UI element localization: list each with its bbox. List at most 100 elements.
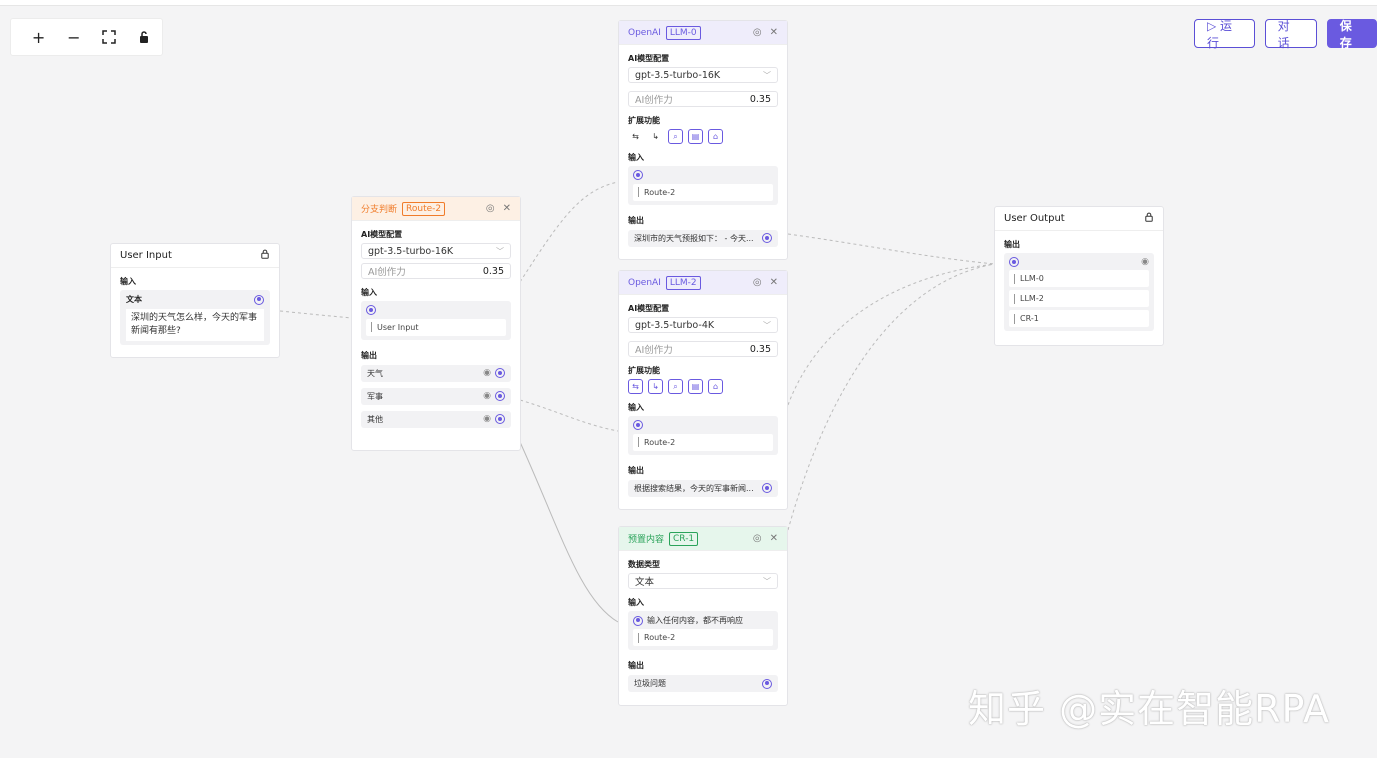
search-icon[interactable]: ⌕	[668, 129, 683, 144]
lock-icon[interactable]	[260, 249, 270, 262]
branch-icon[interactable]: ⇆	[628, 379, 643, 394]
search-icon[interactable]: ⌕	[668, 379, 683, 394]
extensions-bar: ⇆ ↳ ⌕ ▤ ⌂	[628, 379, 778, 394]
input-ref: Route-2	[633, 629, 773, 646]
close-icon[interactable]: ✕	[770, 533, 778, 544]
creativity-label: AI创作力	[368, 267, 406, 278]
model-select[interactable]: gpt-3.5-turbo-4K ﹀	[628, 317, 778, 333]
input-ref: Route-2	[633, 183, 773, 201]
output-label: 输出	[628, 215, 644, 225]
output-text: 垃圾问题	[634, 679, 666, 688]
save-button[interactable]: 保 存	[1326, 19, 1377, 50]
run-button[interactable]: ▷ 运行	[1194, 19, 1255, 50]
input-handle-icon[interactable]	[366, 305, 376, 315]
fit-view-icon[interactable]	[92, 18, 127, 56]
output-handle-icon[interactable]	[495, 391, 505, 401]
node-title: User Output	[1004, 213, 1065, 224]
settings-icon[interactable]: ◎	[753, 533, 762, 544]
output-ref: LLM-2	[1009, 290, 1149, 307]
node-header: 预置内容 CR-1 ◎ ✕	[619, 527, 787, 551]
chevron-down-icon: ﹀	[763, 576, 771, 586]
eye-icon[interactable]: ◉	[483, 391, 491, 401]
input-box: User Input	[361, 301, 511, 340]
text-input-box: 文本 深圳的天气怎么样，今天的军事新闻有那些?	[120, 290, 270, 345]
input-handle-icon[interactable]	[1009, 257, 1019, 267]
eye-icon[interactable]: ◉	[483, 368, 491, 378]
model-select[interactable]: gpt-3.5-turbo-16K ﹀	[628, 67, 778, 83]
node-title: User Input	[120, 250, 172, 261]
input-handle-icon[interactable]	[633, 170, 643, 180]
close-icon[interactable]: ✕	[770, 277, 778, 288]
input-handle-icon[interactable]	[633, 615, 643, 626]
field-label: 文本	[126, 295, 142, 304]
llm-0-node[interactable]: OpenAI LLM-0 ◎ ✕ AI模型配置 gpt-3.5-turbo-16K…	[618, 20, 788, 260]
home-icon[interactable]: ⌂	[708, 129, 723, 144]
output-handle-icon[interactable]	[762, 483, 772, 493]
lock-icon[interactable]	[127, 18, 162, 56]
model-select[interactable]: gpt-3.5-turbo-16K ﹀	[361, 243, 511, 259]
close-icon[interactable]: ✕	[770, 27, 778, 38]
output-text: 根据搜索结果，今天的军事新闻...	[634, 483, 754, 493]
type-value: 文本	[635, 577, 655, 588]
output-handle-icon[interactable]	[762, 678, 772, 689]
watermark: 知乎 @实在智能RPA	[968, 687, 1330, 731]
creativity-field[interactable]: AI创作力 0.35	[361, 263, 511, 279]
user-output-node[interactable]: User Output 输出 ◉ LLM-0 LLM-2 CR-1	[994, 206, 1164, 346]
eye-icon[interactable]: ◉	[1141, 257, 1149, 267]
branch-icon[interactable]: ⇆	[628, 129, 643, 144]
zoom-out-icon[interactable]: −	[56, 18, 91, 56]
output-label: 输出	[628, 465, 644, 475]
input-handle-icon[interactable]	[633, 420, 643, 430]
cr-1-node[interactable]: 预置内容 CR-1 ◎ ✕ 数据类型 文本 ﹀ 输入 输入任何内容，都不再响应 Ro…	[618, 526, 788, 706]
model-value: gpt-3.5-turbo-16K	[635, 69, 721, 81]
output-name: 其他	[367, 414, 383, 424]
output-handle-icon[interactable]	[762, 233, 772, 243]
output-handle-icon[interactable]	[495, 414, 505, 424]
calendar-icon[interactable]: ▤	[688, 379, 703, 394]
chat-button[interactable]: 对 话	[1264, 19, 1317, 50]
settings-icon[interactable]: ◎	[753, 277, 762, 288]
settings-icon[interactable]: ◎	[753, 27, 762, 38]
model-value: gpt-3.5-turbo-4K	[635, 319, 715, 331]
input-ref: User Input	[366, 318, 506, 336]
creativity-label: AI创作力	[635, 345, 673, 356]
home-icon[interactable]: ⌂	[708, 379, 723, 394]
input-box: Route-2	[628, 416, 778, 455]
node-title: 预置内容	[628, 535, 665, 545]
output-label: 输出	[1004, 240, 1020, 249]
input-label: 输入	[361, 288, 377, 297]
output-handle-icon[interactable]	[254, 294, 264, 305]
text-input[interactable]: 深圳的天气怎么样，今天的军事新闻有那些?	[126, 309, 264, 341]
output-text: 深圳市的天气预报如下： - 今天...	[634, 233, 754, 243]
chevron-down-icon: ﹀	[763, 320, 771, 330]
output-row: 根据搜索结果，今天的军事新闻...	[628, 479, 778, 497]
creativity-label: AI创作力	[635, 95, 673, 106]
creativity-value: 0.35	[749, 93, 771, 105]
llm-2-node[interactable]: OpenAI LLM-2 ◎ ✕ AI模型配置 gpt-3.5-turbo-4K ﹀…	[618, 270, 788, 510]
link-icon[interactable]: ↳	[648, 379, 663, 394]
creativity-field[interactable]: AI创作力 0.35	[628, 91, 778, 107]
input-label: 输入	[120, 277, 136, 286]
creativity-field[interactable]: AI创作力 0.35	[628, 341, 778, 357]
output-handle-icon[interactable]	[495, 368, 505, 378]
node-header: OpenAI LLM-2 ◎ ✕	[619, 271, 787, 295]
input-label: 输入	[628, 598, 644, 607]
eye-icon[interactable]: ◉	[483, 414, 491, 424]
model-value: gpt-3.5-turbo-16K	[368, 245, 454, 257]
close-icon[interactable]: ✕	[503, 203, 511, 214]
user-input-node[interactable]: User Input 输入 文本 深圳的天气怎么样，今天的军事新闻有那些?	[110, 243, 280, 358]
input-label: 输入	[628, 403, 644, 412]
type-select[interactable]: 文本 ﹀	[628, 573, 778, 589]
calendar-icon[interactable]: ▤	[688, 129, 703, 144]
link-icon[interactable]: ↳	[648, 129, 663, 144]
route-node[interactable]: 分支判断 Route-2 ◎ ✕ AI模型配置 gpt-3.5-turbo-16K…	[351, 196, 521, 451]
node-tag: LLM-0	[665, 25, 701, 40]
lock-icon[interactable]	[1144, 212, 1154, 225]
output-name: 军事	[367, 391, 383, 401]
input-box: 输入任何内容，都不再响应 Route-2	[628, 611, 778, 650]
output-row: 军事 ◉	[361, 387, 511, 405]
zoom-in-icon[interactable]: +	[21, 18, 56, 56]
model-label: AI模型配置	[361, 230, 403, 239]
settings-icon[interactable]: ◎	[486, 203, 495, 214]
node-title: OpenAI	[628, 27, 661, 38]
